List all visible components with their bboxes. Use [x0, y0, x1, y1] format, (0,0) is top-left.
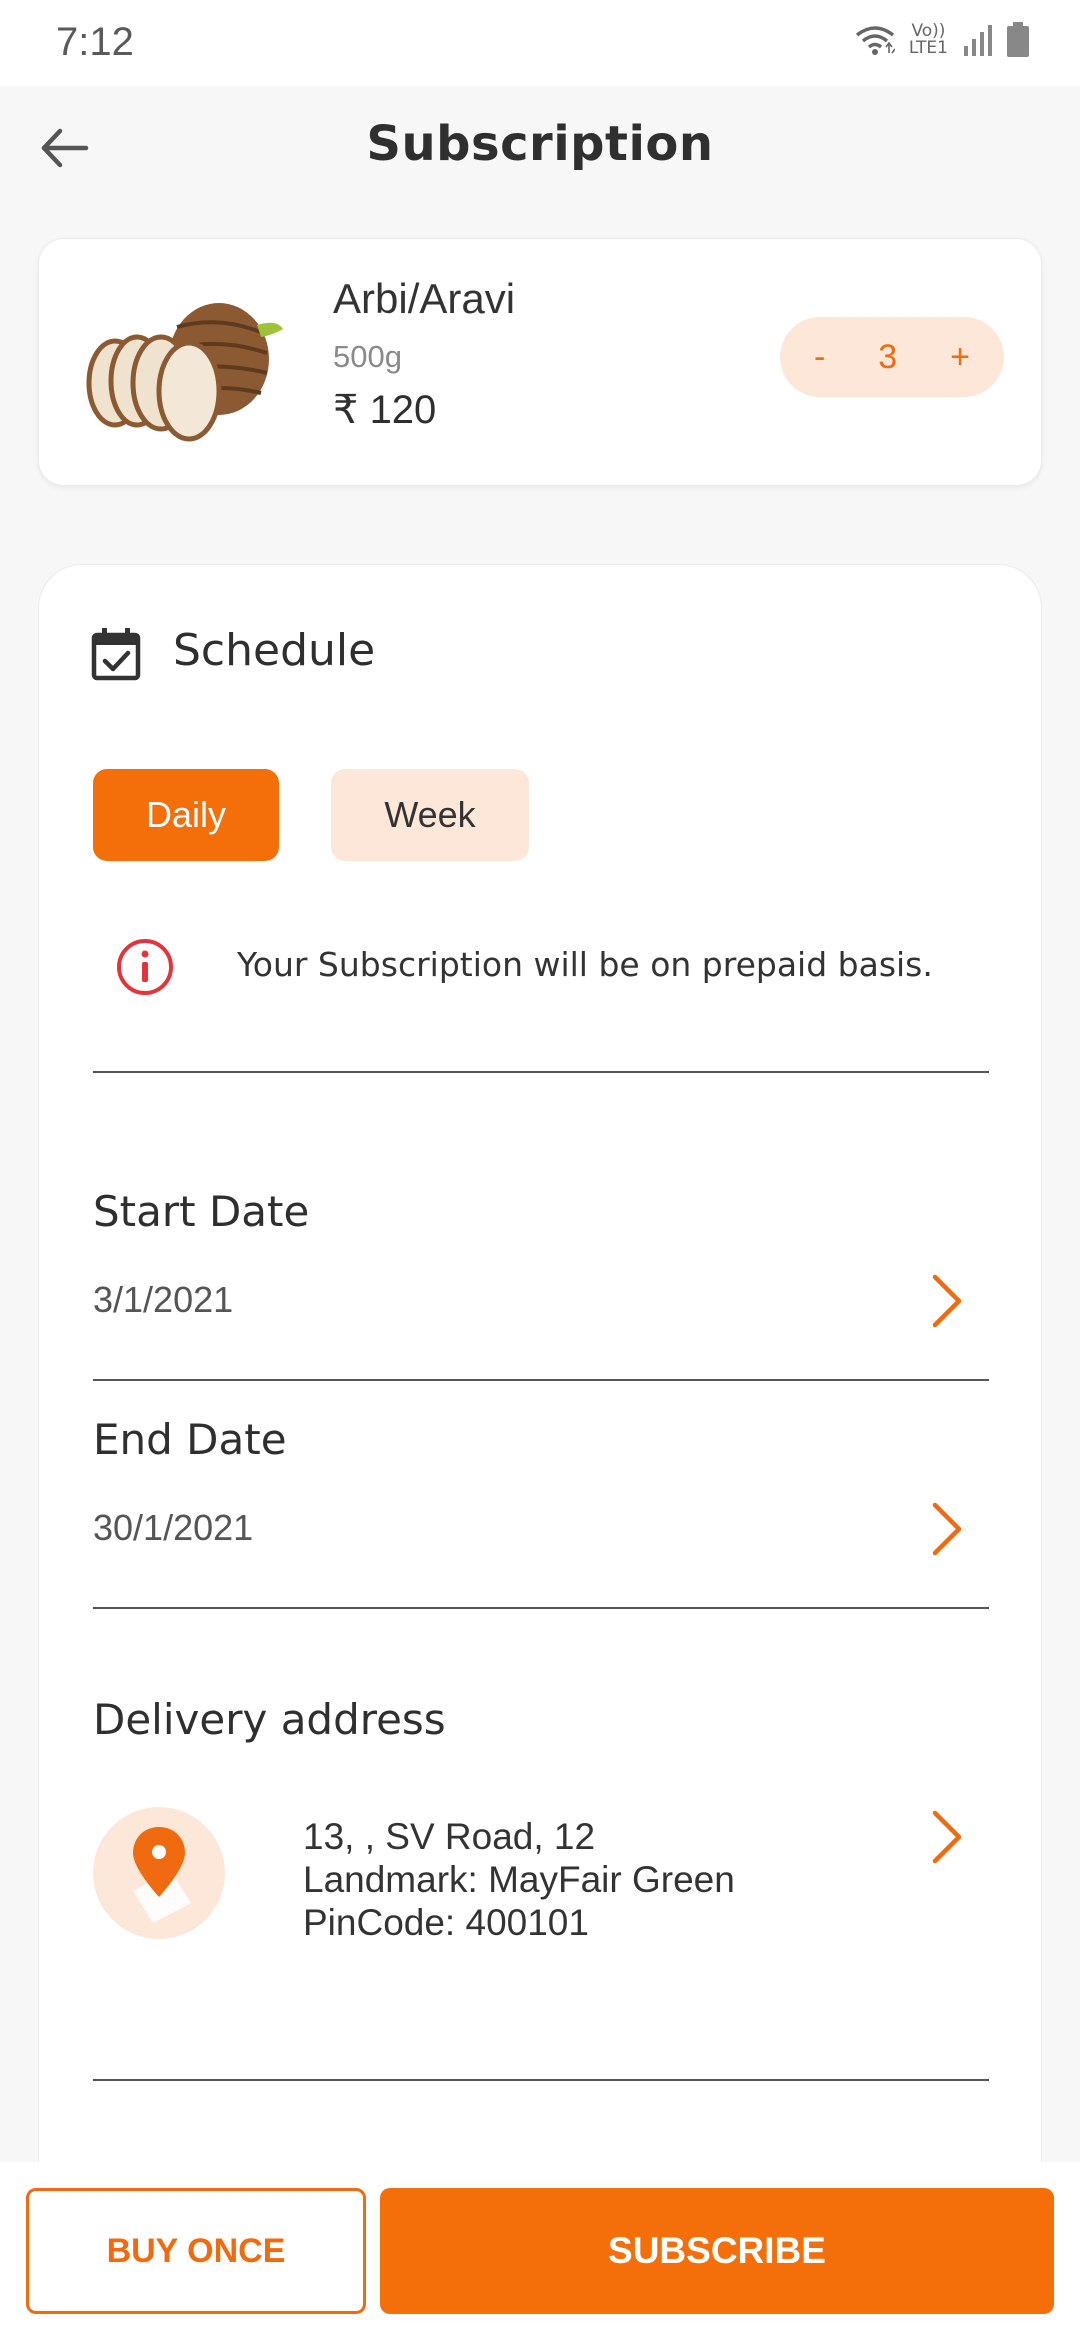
schedule-option-daily[interactable]: Daily — [93, 769, 279, 861]
prepaid-info-text: Your Subscription will be on prepaid bas… — [237, 945, 933, 984]
quantity-value: 3 — [878, 337, 898, 376]
end-date-value[interactable]: 30/1/2021 — [93, 1507, 253, 1549]
app-header: Subscription — [0, 86, 1080, 206]
delivery-address-text[interactable]: 13, , SV Road, 12 Landmark: MayFair Gree… — [303, 1815, 735, 1944]
divider — [93, 2079, 989, 2081]
calendar-check-icon — [91, 628, 141, 681]
signal-icon — [964, 25, 992, 56]
page-title: Subscription — [366, 116, 714, 172]
battery-icon — [1007, 22, 1029, 57]
subscribe-button[interactable]: SUBSCRIBE — [380, 2188, 1054, 2314]
product-price: ₹ 120 — [333, 388, 437, 432]
location-pin-icon — [133, 1827, 191, 1923]
address-icon-badge — [93, 1807, 225, 1939]
divider — [93, 1379, 989, 1381]
decrease-quantity-button[interactable]: - — [814, 338, 825, 377]
delivery-address-label: Delivery address — [93, 1695, 446, 1744]
schedule-option-week[interactable]: Week — [331, 769, 529, 861]
delivery-address-chevron-icon[interactable] — [929, 1809, 965, 1865]
start-date-value[interactable]: 3/1/2021 — [93, 1279, 233, 1321]
status-bar: 7:12 Vo)) LTE1 — [0, 0, 1080, 86]
wifi-icon — [855, 26, 895, 55]
product-name: Arbi/Aravi — [333, 275, 516, 322]
bottom-action-bar: BUY ONCE SUBSCRIBE — [0, 2162, 1080, 2340]
status-time: 7:12 — [56, 20, 134, 64]
product-weight: 500g — [333, 339, 402, 374]
quantity-stepper: - 3 + — [780, 317, 1004, 397]
start-date-chevron-icon[interactable] — [929, 1273, 965, 1329]
product-card: Arbi/Aravi 500g ₹ 120 - 3 + — [38, 238, 1042, 486]
increase-quantity-button[interactable]: + — [950, 338, 970, 377]
status-icons: Vo)) LTE1 — [855, 22, 1030, 58]
info-icon — [117, 939, 173, 995]
buy-once-button[interactable]: BUY ONCE — [26, 2188, 366, 2314]
product-image — [86, 303, 283, 442]
schedule-card: Schedule Daily Week Your Subscription wi… — [38, 564, 1042, 2340]
address-line: Landmark: MayFair Green — [303, 1859, 735, 1900]
schedule-title: Schedule — [173, 625, 376, 676]
end-date-label: End Date — [93, 1415, 287, 1464]
start-date-label: Start Date — [93, 1187, 310, 1236]
address-line: PinCode: 400101 — [303, 1902, 589, 1943]
end-date-chevron-icon[interactable] — [929, 1501, 965, 1557]
divider — [93, 1607, 989, 1609]
network-label: Vo)) LTE1 — [908, 21, 948, 58]
divider — [93, 1071, 989, 1073]
address-line: 13, , SV Road, 12 — [303, 1816, 596, 1857]
